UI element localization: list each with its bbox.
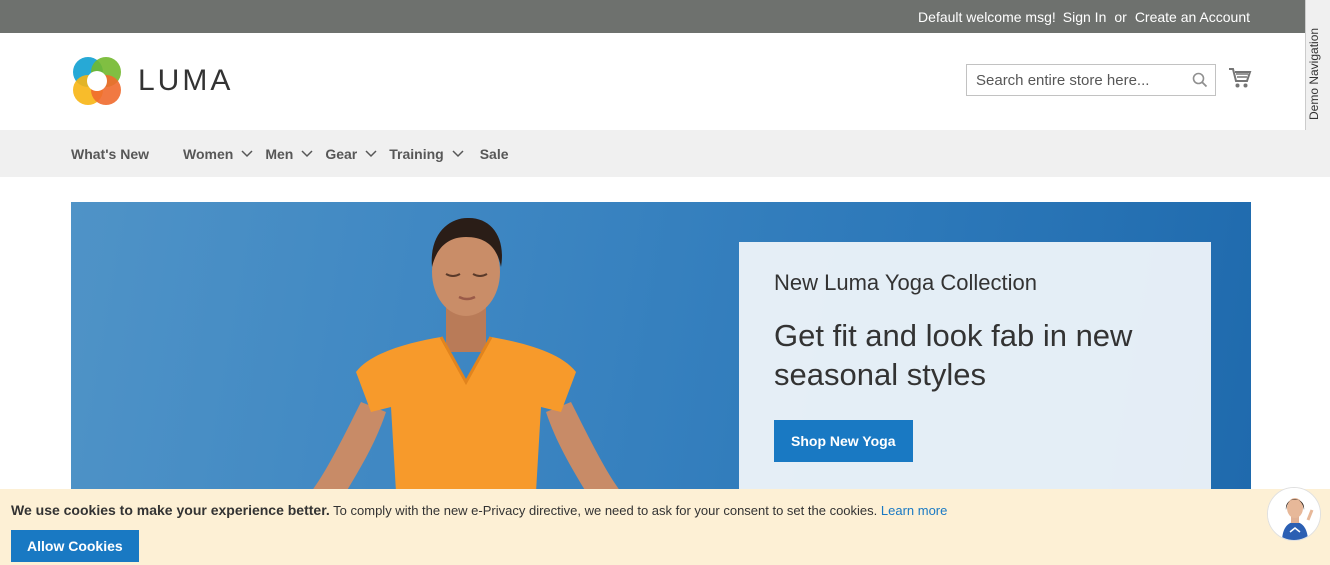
chevron-down-icon: [241, 149, 253, 157]
cookie-message-bold: We use cookies to make your experience b…: [11, 502, 330, 518]
chevron-down-icon: [365, 149, 377, 157]
nav-item-whats-new[interactable]: What's New: [71, 146, 149, 162]
shop-new-yoga-button[interactable]: Shop New Yoga: [774, 420, 913, 462]
promo-title: Get fit and look fab in new seasonal sty…: [774, 318, 1133, 392]
nav-item-men[interactable]: Men: [265, 146, 313, 162]
header-links: Default welcome msg! Sign In or Create a…: [910, 0, 1250, 33]
nav-item-women[interactable]: Women: [183, 146, 253, 162]
nav-item-label: Men: [265, 145, 294, 162]
nav-item-label: Training: [389, 145, 444, 162]
luma-logo-icon: [73, 57, 121, 105]
search-input[interactable]: [967, 65, 1185, 95]
demo-navigation-label: Demo Navigation: [1307, 27, 1321, 120]
chat-assistant-avatar[interactable]: [1267, 487, 1321, 541]
learn-more-link[interactable]: Learn more: [881, 503, 947, 518]
nav-item-label: Women: [183, 145, 234, 162]
assistant-avatar-icon: [1268, 488, 1320, 540]
hero-banner[interactable]: New Luma Yoga Collection Get fit and loo…: [71, 202, 1251, 492]
nav-item-label: Gear: [325, 145, 358, 162]
nav-item-label: What's New: [71, 145, 150, 162]
chevron-down-icon: [301, 149, 313, 157]
top-bar: Default welcome msg! Sign In or Create a…: [0, 0, 1330, 33]
main-navigation: What's New Women Men Gear Training Sale: [0, 130, 1330, 177]
cart-icon[interactable]: [1228, 66, 1252, 90]
nav-item-gear[interactable]: Gear: [325, 146, 377, 162]
logo-text: LUMA: [138, 64, 234, 97]
welcome-message: Default welcome msg!: [918, 8, 1056, 25]
sign-in-link[interactable]: Sign In: [1063, 9, 1107, 25]
yoga-model-image: [311, 217, 621, 492]
cookie-notice: We use cookies to make your experience b…: [0, 489, 1330, 565]
create-account-link[interactable]: Create an Account: [1135, 9, 1250, 25]
cookie-message: We use cookies to make your experience b…: [11, 502, 947, 518]
search-icon[interactable]: [1185, 65, 1215, 95]
promo-subtitle: New Luma Yoga Collection: [774, 270, 1037, 295]
demo-navigation-tab[interactable]: Demo Navigation: [1305, 0, 1330, 143]
nav-item-sale[interactable]: Sale: [480, 146, 509, 162]
cookie-message-text: To comply with the new e-Privacy directi…: [333, 503, 878, 518]
chevron-down-icon: [452, 149, 464, 157]
promo-box: New Luma Yoga Collection Get fit and loo…: [739, 242, 1211, 492]
or-separator: or: [1114, 8, 1127, 25]
nav-item-label: Sale: [479, 145, 509, 162]
search-box: [966, 64, 1216, 96]
allow-cookies-button[interactable]: Allow Cookies: [11, 530, 139, 562]
nav-item-training[interactable]: Training: [389, 145, 464, 162]
luma-logo[interactable]: LUMA: [71, 55, 233, 107]
